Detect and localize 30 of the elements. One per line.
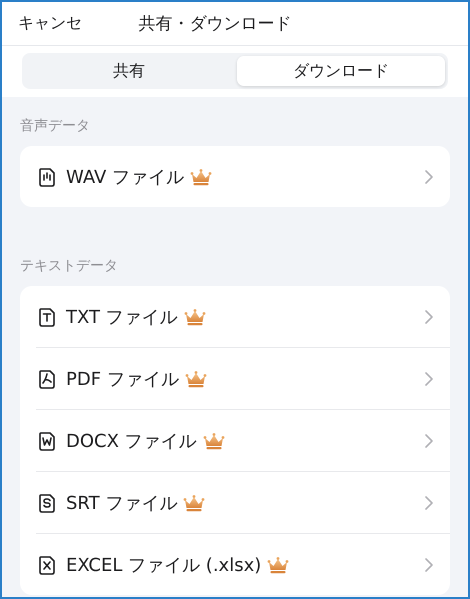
tab[interactable]: ダウンロード (237, 56, 445, 86)
file-type-label: SRT ファイル (66, 492, 178, 514)
file-type-row[interactable]: TXT ファイル (20, 286, 450, 347)
section-heading: テキストデータ (20, 257, 119, 276)
chevron-right-icon (424, 308, 434, 324)
spreadsheet-file-icon (36, 554, 58, 576)
file-type-row[interactable]: SRT ファイル (36, 471, 450, 533)
section-heading: 音声データ (20, 117, 91, 136)
cancel-button[interactable]: キャンセ (2, 13, 122, 34)
word-file-icon (36, 430, 58, 452)
chevron-right-icon (424, 168, 434, 184)
audio-file-icon (36, 166, 58, 188)
window-title: 共有・ダウンロード (138, 13, 292, 35)
chevron-right-icon (424, 556, 434, 572)
file-type-row[interactable]: DOCX ファイル (36, 409, 450, 471)
file-type-row[interactable]: WAV ファイル (20, 146, 450, 207)
file-type-row[interactable]: PDF ファイル (36, 347, 450, 409)
pdf-file-icon (36, 368, 58, 390)
tab[interactable]: 共有 (25, 56, 233, 86)
file-type-label: WAV ファイル (66, 166, 184, 188)
file-type-label: EXCEL ファイル (.xlsx) (66, 554, 262, 576)
chevron-right-icon (424, 370, 434, 386)
file-type-label: PDF ファイル (66, 368, 179, 390)
file-type-label: DOCX ファイル (66, 430, 197, 452)
chevron-right-icon (424, 432, 434, 448)
subtitle-file-icon (36, 492, 58, 514)
file-type-row[interactable]: EXCEL ファイル (.xlsx) (36, 533, 450, 595)
text-file-icon (36, 306, 58, 328)
chevron-right-icon (424, 494, 434, 510)
file-type-label: TXT ファイル (66, 306, 178, 328)
